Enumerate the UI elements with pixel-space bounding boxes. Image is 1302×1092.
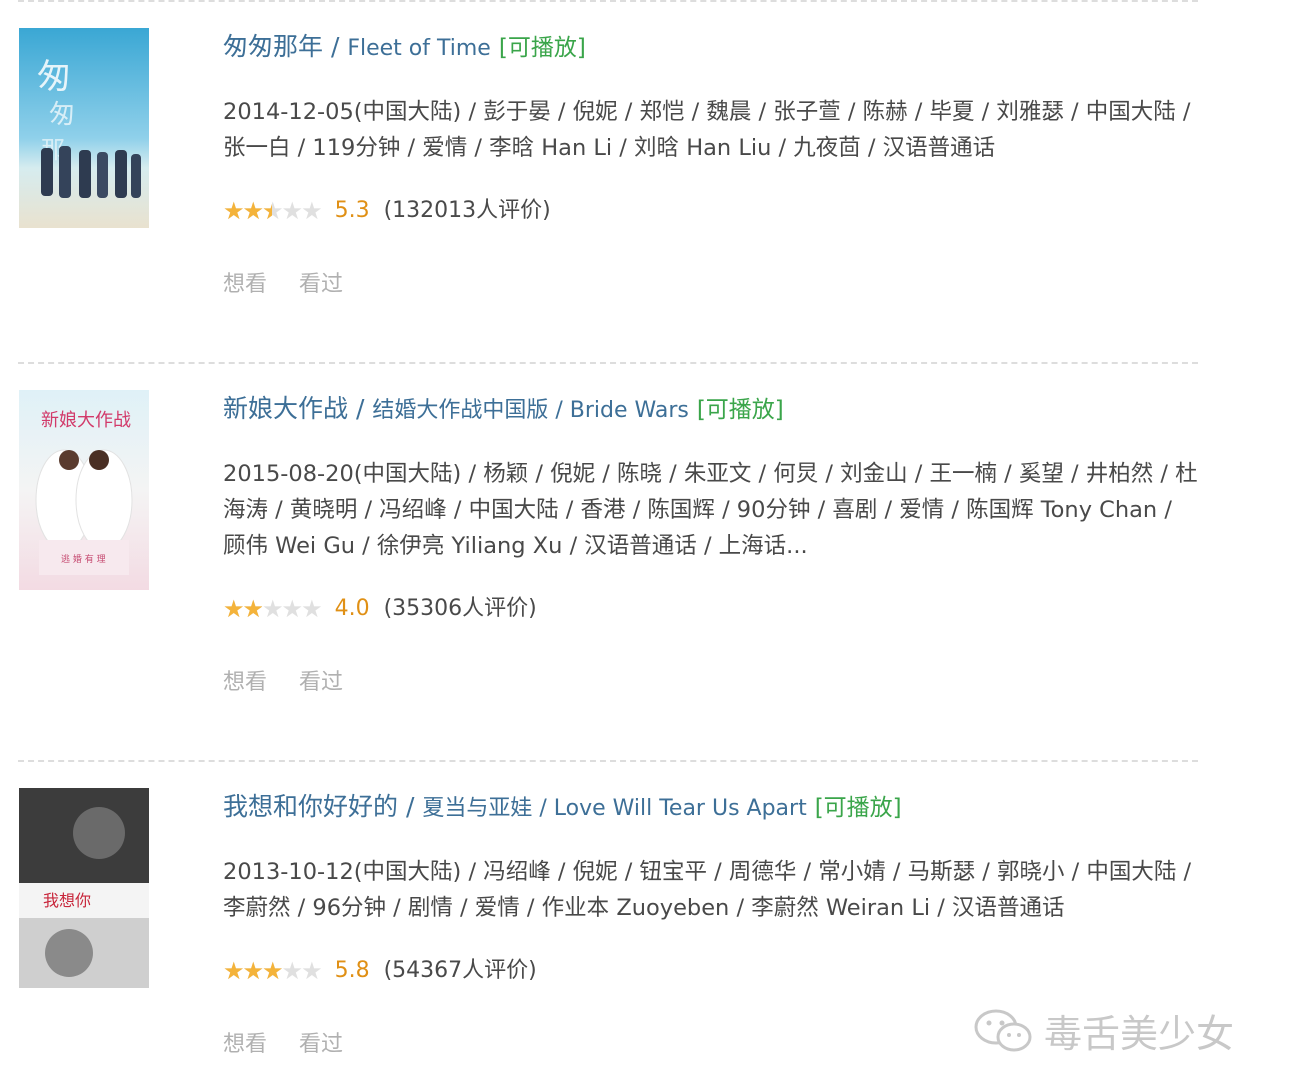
rating-score: 5.8 xyxy=(334,958,370,983)
rating-votes[interactable]: (54367人评价) xyxy=(384,956,537,986)
svg-text:匆: 匆 xyxy=(49,100,75,130)
poster-image-love-will-tear-us-apart: 我想你 xyxy=(19,788,149,988)
want-to-watch-button[interactable]: 想看 xyxy=(223,670,267,695)
watched-button[interactable]: 看过 xyxy=(299,272,343,297)
svg-text:新娘大作战: 新娘大作战 xyxy=(41,410,131,431)
rating-score: 4.0 xyxy=(334,596,370,621)
playable-badge[interactable]: [可播放] xyxy=(499,35,586,61)
rating-stars-fill: ★★★★★ xyxy=(223,959,282,983)
movie-info: 新娘大作战 / 结婚大作战中国版 / Bride Wars [可播放] 2015-… xyxy=(223,392,1198,696)
divider-1 xyxy=(18,362,1198,364)
movie-poster[interactable]: 匆 匆 那 xyxy=(19,28,149,228)
watched-button[interactable]: 看过 xyxy=(299,1032,343,1057)
movie-alt-titles[interactable]: 结婚大作战中国版 / Bride Wars xyxy=(372,398,688,423)
movie-title[interactable]: 新娘大作战 xyxy=(223,394,348,423)
movie-poster[interactable]: 我想你 xyxy=(19,788,149,988)
poster-image-fleet-of-time: 匆 匆 那 xyxy=(19,28,149,228)
title-separator: / xyxy=(323,32,348,61)
movie-meta: 2014-12-05(中国大陆) / 彭于晏 / 倪妮 / 郑恺 / 魏晨 / … xyxy=(223,99,1191,161)
movie-rating: ★★★★★★★★★★ 5.8 (54367人评价) xyxy=(223,956,1198,986)
watermark: 毒舌美少女 xyxy=(972,1000,1234,1060)
title-separator: / xyxy=(348,394,373,423)
rating-stars: ★★★★★★★★★★ xyxy=(223,957,323,985)
watermark-text: 毒舌美少女 xyxy=(1044,1011,1235,1056)
movie-title-line[interactable]: 新娘大作战 / 结婚大作战中国版 / Bride Wars [可播放] xyxy=(223,392,1198,428)
svg-text:我想你: 我想你 xyxy=(43,891,91,910)
movie-title-line[interactable]: 我想和你好好的 / 夏当与亚娃 / Love Will Tear Us Apar… xyxy=(223,790,1198,826)
watched-button[interactable]: 看过 xyxy=(299,670,343,695)
movie-alt-titles[interactable]: Fleet of Time xyxy=(347,36,491,61)
poster-image-bride-wars: 新娘大作战 逃 婚 有 理 xyxy=(19,390,149,590)
divider-2 xyxy=(18,760,1198,762)
svg-text:匆: 匆 xyxy=(37,57,71,97)
rating-stars-fill: ★★★★★ xyxy=(223,597,263,621)
rating-stars: ★★★★★★★★★★ xyxy=(223,595,323,623)
playable-badge[interactable]: [可播放] xyxy=(697,397,784,423)
rating-score: 5.3 xyxy=(334,198,370,223)
divider-top xyxy=(18,0,1198,2)
title-separator: / xyxy=(398,792,423,821)
movie-rating: ★★★★★★★★★★ 4.0 (35306人评价) xyxy=(223,594,1198,624)
movie-meta: 2015-08-20(中国大陆) / 杨颖 / 倪妮 / 陈晓 / 朱亚文 / … xyxy=(223,461,1198,559)
want-to-watch-button[interactable]: 想看 xyxy=(223,272,267,297)
movie-title[interactable]: 我想和你好好的 xyxy=(223,792,398,821)
rating-stars-fill: ★★★★★ xyxy=(223,199,272,223)
movie-info: 匆匆那年 / Fleet of Time [可播放] 2014-12-05(中国大… xyxy=(223,30,1198,298)
playable-badge[interactable]: [可播放] xyxy=(815,795,902,821)
movie-actions: 想看 看过 xyxy=(223,664,1198,696)
wechat-icon xyxy=(974,1009,1032,1052)
movie-actions: 想看 看过 xyxy=(223,266,1198,298)
movie-title[interactable]: 匆匆那年 xyxy=(223,32,323,61)
rating-votes[interactable]: (132013人评价) xyxy=(384,196,551,226)
movie-poster[interactable]: 新娘大作战 逃 婚 有 理 xyxy=(19,390,149,590)
movie-alt-titles[interactable]: 夏当与亚娃 / Love Will Tear Us Apart xyxy=(422,796,806,821)
want-to-watch-button[interactable]: 想看 xyxy=(223,1032,267,1057)
svg-text:逃 婚 有 理: 逃 婚 有 理 xyxy=(61,553,106,565)
rating-votes[interactable]: (35306人评价) xyxy=(384,594,537,624)
rating-stars: ★★★★★★★★★★ xyxy=(223,197,323,225)
movie-meta: 2013-10-12(中国大陆) / 冯绍峰 / 倪妮 / 钮宝平 / 周德华 … xyxy=(223,859,1192,921)
movie-rating: ★★★★★★★★★★ 5.3 (132013人评价) xyxy=(223,196,1198,226)
movie-title-line[interactable]: 匆匆那年 / Fleet of Time [可播放] xyxy=(223,30,1198,66)
